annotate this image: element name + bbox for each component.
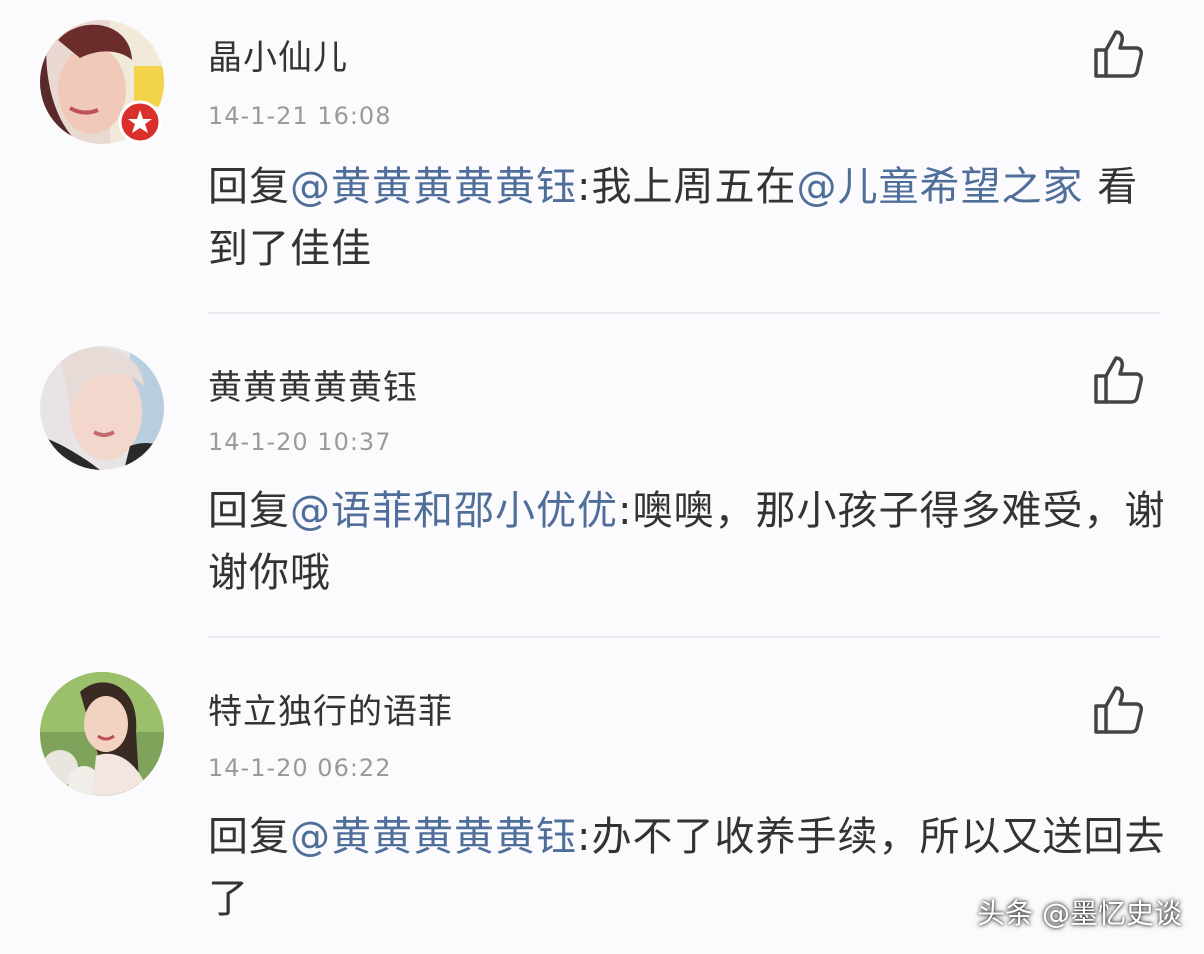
divider <box>208 312 1160 314</box>
mention-link[interactable]: @黄黄黄黄黄钰 <box>290 164 577 210</box>
thumbs-up-icon[interactable] <box>1090 352 1146 408</box>
avatar[interactable] <box>40 672 164 796</box>
divider <box>208 636 1160 638</box>
reply-prefix: 回复 <box>208 814 290 860</box>
username[interactable]: 特立独行的语菲 <box>208 684 453 733</box>
comment-text: 回复@黄黄黄黄黄钰:我上周五在@儿童希望之家 看到了佳佳 <box>208 156 1168 280</box>
thumbs-up-icon[interactable] <box>1090 26 1146 82</box>
timestamp: 14-1-20 06:22 <box>208 754 392 782</box>
comment-item: 黄黄黄黄黄钰 14-1-20 10:37 回复@语菲和邵小优优:噢噢，那小孩子得… <box>0 320 1204 640</box>
comment-text: 回复@语菲和邵小优优:噢噢，那小孩子得多难受，谢谢你哦 <box>208 480 1168 604</box>
username[interactable]: 晶小仙儿 <box>208 30 348 79</box>
watermark: 头条 @墨忆史谈 <box>977 897 1182 930</box>
timestamp: 14-1-21 16:08 <box>208 102 392 130</box>
reply-prefix: 回复 <box>208 164 290 210</box>
mention-link[interactable]: @语菲和邵小优优 <box>290 488 618 534</box>
mention-link[interactable]: @黄黄黄黄黄钰 <box>290 814 577 860</box>
mention-link[interactable]: @儿童希望之家 <box>796 164 1083 210</box>
thumbs-up-icon[interactable] <box>1090 682 1146 738</box>
comment-body: :我上周五在 <box>577 164 797 210</box>
avatar[interactable] <box>40 346 164 470</box>
comment-item: 晶小仙儿 14-1-21 16:08 回复@黄黄黄黄黄钰:我上周五在@儿童希望之… <box>0 0 1204 320</box>
username[interactable]: 黄黄黄黄黄钰 <box>208 360 418 409</box>
timestamp: 14-1-20 10:37 <box>208 428 392 456</box>
star-badge-icon <box>118 100 162 144</box>
reply-prefix: 回复 <box>208 488 290 534</box>
